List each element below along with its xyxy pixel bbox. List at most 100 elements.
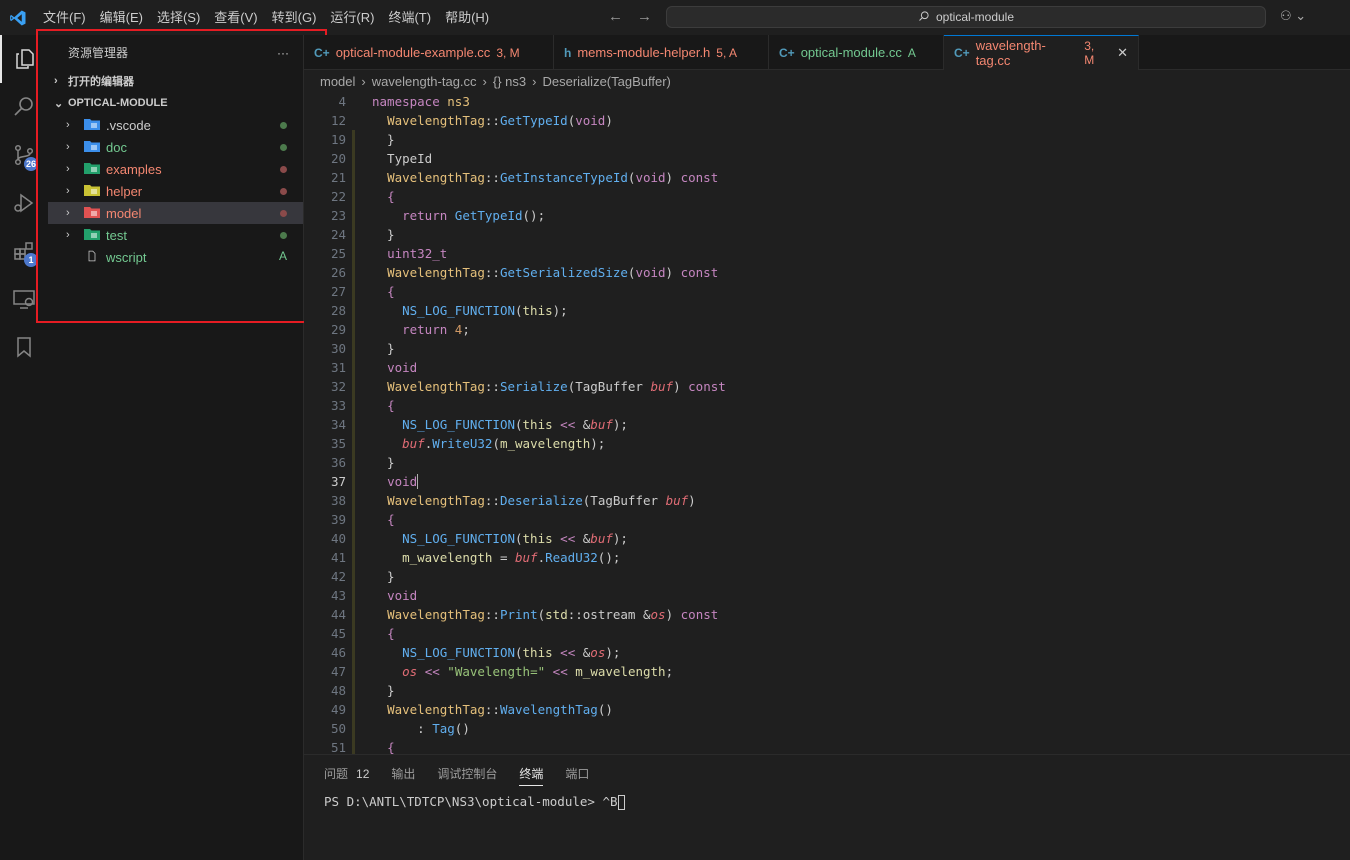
tree-item[interactable]: wscript A	[48, 246, 303, 268]
menu-item[interactable]: 终端(T)	[381, 0, 438, 35]
source-control-icon[interactable]: 26	[0, 131, 48, 179]
chevron-right-icon: ›	[361, 73, 366, 89]
code-text: void	[387, 360, 418, 375]
git-status-dot	[280, 166, 287, 173]
code-line: 49 WavelengthTag::WavelengthTag()	[304, 700, 1350, 719]
menu-item[interactable]: 转到(G)	[265, 0, 324, 35]
terminal-cursor	[617, 795, 625, 810]
code-line: 38 WavelengthTag::Deserialize(TagBuffer …	[304, 491, 1350, 510]
tree-item[interactable]: › .vscode	[48, 114, 303, 136]
menu-item[interactable]: 选择(S)	[150, 0, 207, 35]
search-activity-icon[interactable]	[0, 83, 48, 131]
line-number: 46	[330, 645, 346, 660]
nav-arrows: ← →	[608, 8, 652, 25]
line-number: 40	[330, 531, 346, 546]
back-arrow-icon[interactable]: ←	[608, 8, 623, 25]
tab-label: optical-module.cc	[800, 45, 902, 60]
code-text: namespace ns3	[372, 94, 470, 109]
search-icon	[918, 10, 930, 25]
editor-tab[interactable]: h mems-module-helper.h 5, A	[554, 35, 769, 70]
breadcrumb-item[interactable]: model	[320, 74, 355, 89]
header-file-icon: h	[564, 45, 572, 60]
workspace-root-section[interactable]: ⌄ OPTICAL-MODULE	[48, 92, 303, 114]
code-text: NS_LOG_FUNCTION(this << &buf);	[402, 417, 628, 432]
cpp-file-icon: C+	[779, 45, 795, 60]
menu-bar: 文件(F) 编辑(E) 选择(S) 查看(V) 转到(G) 运行(R) 终端(T) 帮助(H)	[36, 0, 496, 35]
breadcrumb-item[interactable]: {} ns3	[493, 74, 526, 89]
code-line: 51 {	[304, 738, 1350, 754]
code-text: void	[387, 474, 419, 489]
vscode-logo-icon[interactable]	[0, 0, 36, 35]
breadcrumb-item[interactable]: Deserialize(TagBuffer)	[543, 74, 671, 89]
code-text: {	[387, 626, 395, 641]
line-number: 32	[330, 379, 346, 394]
menu-item[interactable]: 运行(R)	[323, 0, 381, 35]
code-text: WavelengthTag::GetTypeId(void)	[387, 113, 613, 128]
panel-tab[interactable]: 调试控制台	[437, 765, 497, 786]
code-line: 24 }	[304, 225, 1350, 244]
panel-tab[interactable]: 端口	[565, 765, 589, 786]
code-editor[interactable]: 4 namespace ns3 12 WavelengthTag::GetTypeI…	[304, 92, 1350, 754]
menu-item[interactable]: 查看(V)	[207, 0, 264, 35]
close-icon[interactable]: ✕	[1117, 45, 1128, 61]
git-gutter-marker	[352, 130, 355, 149]
code-line: 43 void	[304, 586, 1350, 605]
git-gutter-marker	[352, 472, 355, 491]
code-line: 46 NS_LOG_FUNCTION(this << &os);	[304, 643, 1350, 662]
terminal[interactable]: PS D:\ANTL\TDTCP\NS3\optical-module> ^B	[304, 786, 1350, 810]
tree-item[interactable]: › test	[48, 224, 303, 246]
menu-item[interactable]: 帮助(H)	[438, 0, 496, 35]
git-gutter-marker	[352, 396, 355, 415]
panel-tab[interactable]: 问题 12	[324, 765, 369, 786]
extensions-badge: 1	[24, 253, 38, 267]
panel-tabs: 问题 12 输出 调试控制台 终端 端口	[304, 755, 1350, 786]
command-center[interactable]: optical-module	[666, 6, 1266, 28]
chevron-right-icon: ›	[66, 163, 70, 175]
breadcrumb-item[interactable]: wavelength-tag.cc	[372, 74, 477, 89]
code-text: WavelengthTag::WavelengthTag()	[387, 702, 613, 717]
remote-explorer-icon[interactable]	[0, 275, 48, 323]
explorer-icon[interactable]	[0, 35, 48, 83]
line-number: 26	[330, 265, 346, 280]
git-gutter-marker	[352, 491, 355, 510]
panel-tab[interactable]: 输出	[391, 765, 415, 786]
run-debug-icon[interactable]	[0, 179, 48, 227]
tree-item[interactable]: › helper	[48, 180, 303, 202]
line-number: 48	[330, 683, 346, 698]
panel-tab[interactable]: 终端	[519, 765, 544, 786]
cpp-file-icon: C+	[954, 46, 970, 60]
editor-tabs: C+ optical-module-example.cc 3, M h mems-mod…	[304, 35, 1350, 70]
line-number: 28	[330, 303, 346, 318]
git-gutter-marker	[352, 244, 355, 263]
git-gutter-marker	[352, 168, 355, 187]
menu-item[interactable]: 文件(F)	[36, 0, 93, 35]
tree-item[interactable]: › examples	[48, 158, 303, 180]
tab-label: wavelength-tag.cc	[975, 38, 1046, 68]
git-status-dot	[280, 188, 287, 195]
chevron-right-icon: ›	[66, 119, 70, 131]
code-line: 34 NS_LOG_FUNCTION(this << &buf);	[304, 415, 1350, 434]
forward-arrow-icon[interactable]: →	[637, 8, 652, 25]
copilot-icon[interactable]: ⚇ ⌄	[1280, 8, 1306, 24]
git-gutter-marker	[352, 263, 355, 282]
tree-item[interactable]: › doc	[48, 136, 303, 158]
tree-item[interactable]: › model	[48, 202, 303, 224]
extensions-icon[interactable]: 1	[0, 227, 48, 275]
editor-tab[interactable]: C+ optical-module-example.cc 3, M	[304, 35, 554, 70]
code-line: 45 {	[304, 624, 1350, 643]
editor-tab[interactable]: C+ wavelength-tag.cc 3, M ✕	[944, 35, 1139, 70]
bottom-panel: 问题 12 输出 调试控制台 终端 端口 PS D:\ANTL\TDTCP\NS3\opt…	[304, 754, 1350, 860]
explorer-sidebar: 资源管理器 ··· › 打开的编辑器 ⌄ OPTICAL-MODULE › .vs…	[48, 35, 304, 860]
menu-item[interactable]: 编辑(E)	[93, 0, 150, 35]
tab-status: 3, M	[496, 45, 520, 60]
code-text: void	[387, 588, 418, 603]
code-line: 30 }	[304, 339, 1350, 358]
folder-icon	[84, 162, 106, 177]
breadcrumb: model › wavelength-tag.cc › {} ns3 › Deseriali…	[304, 70, 1350, 92]
git-gutter-marker	[352, 434, 355, 453]
editor-tab[interactable]: C+ optical-module.cc A	[769, 35, 944, 70]
bookmark-icon[interactable]	[0, 323, 48, 371]
code-text: WavelengthTag::Print(std::ostream &os) c…	[387, 607, 719, 622]
open-editors-section[interactable]: › 打开的编辑器	[48, 70, 303, 92]
more-actions-icon[interactable]: ···	[277, 46, 289, 60]
